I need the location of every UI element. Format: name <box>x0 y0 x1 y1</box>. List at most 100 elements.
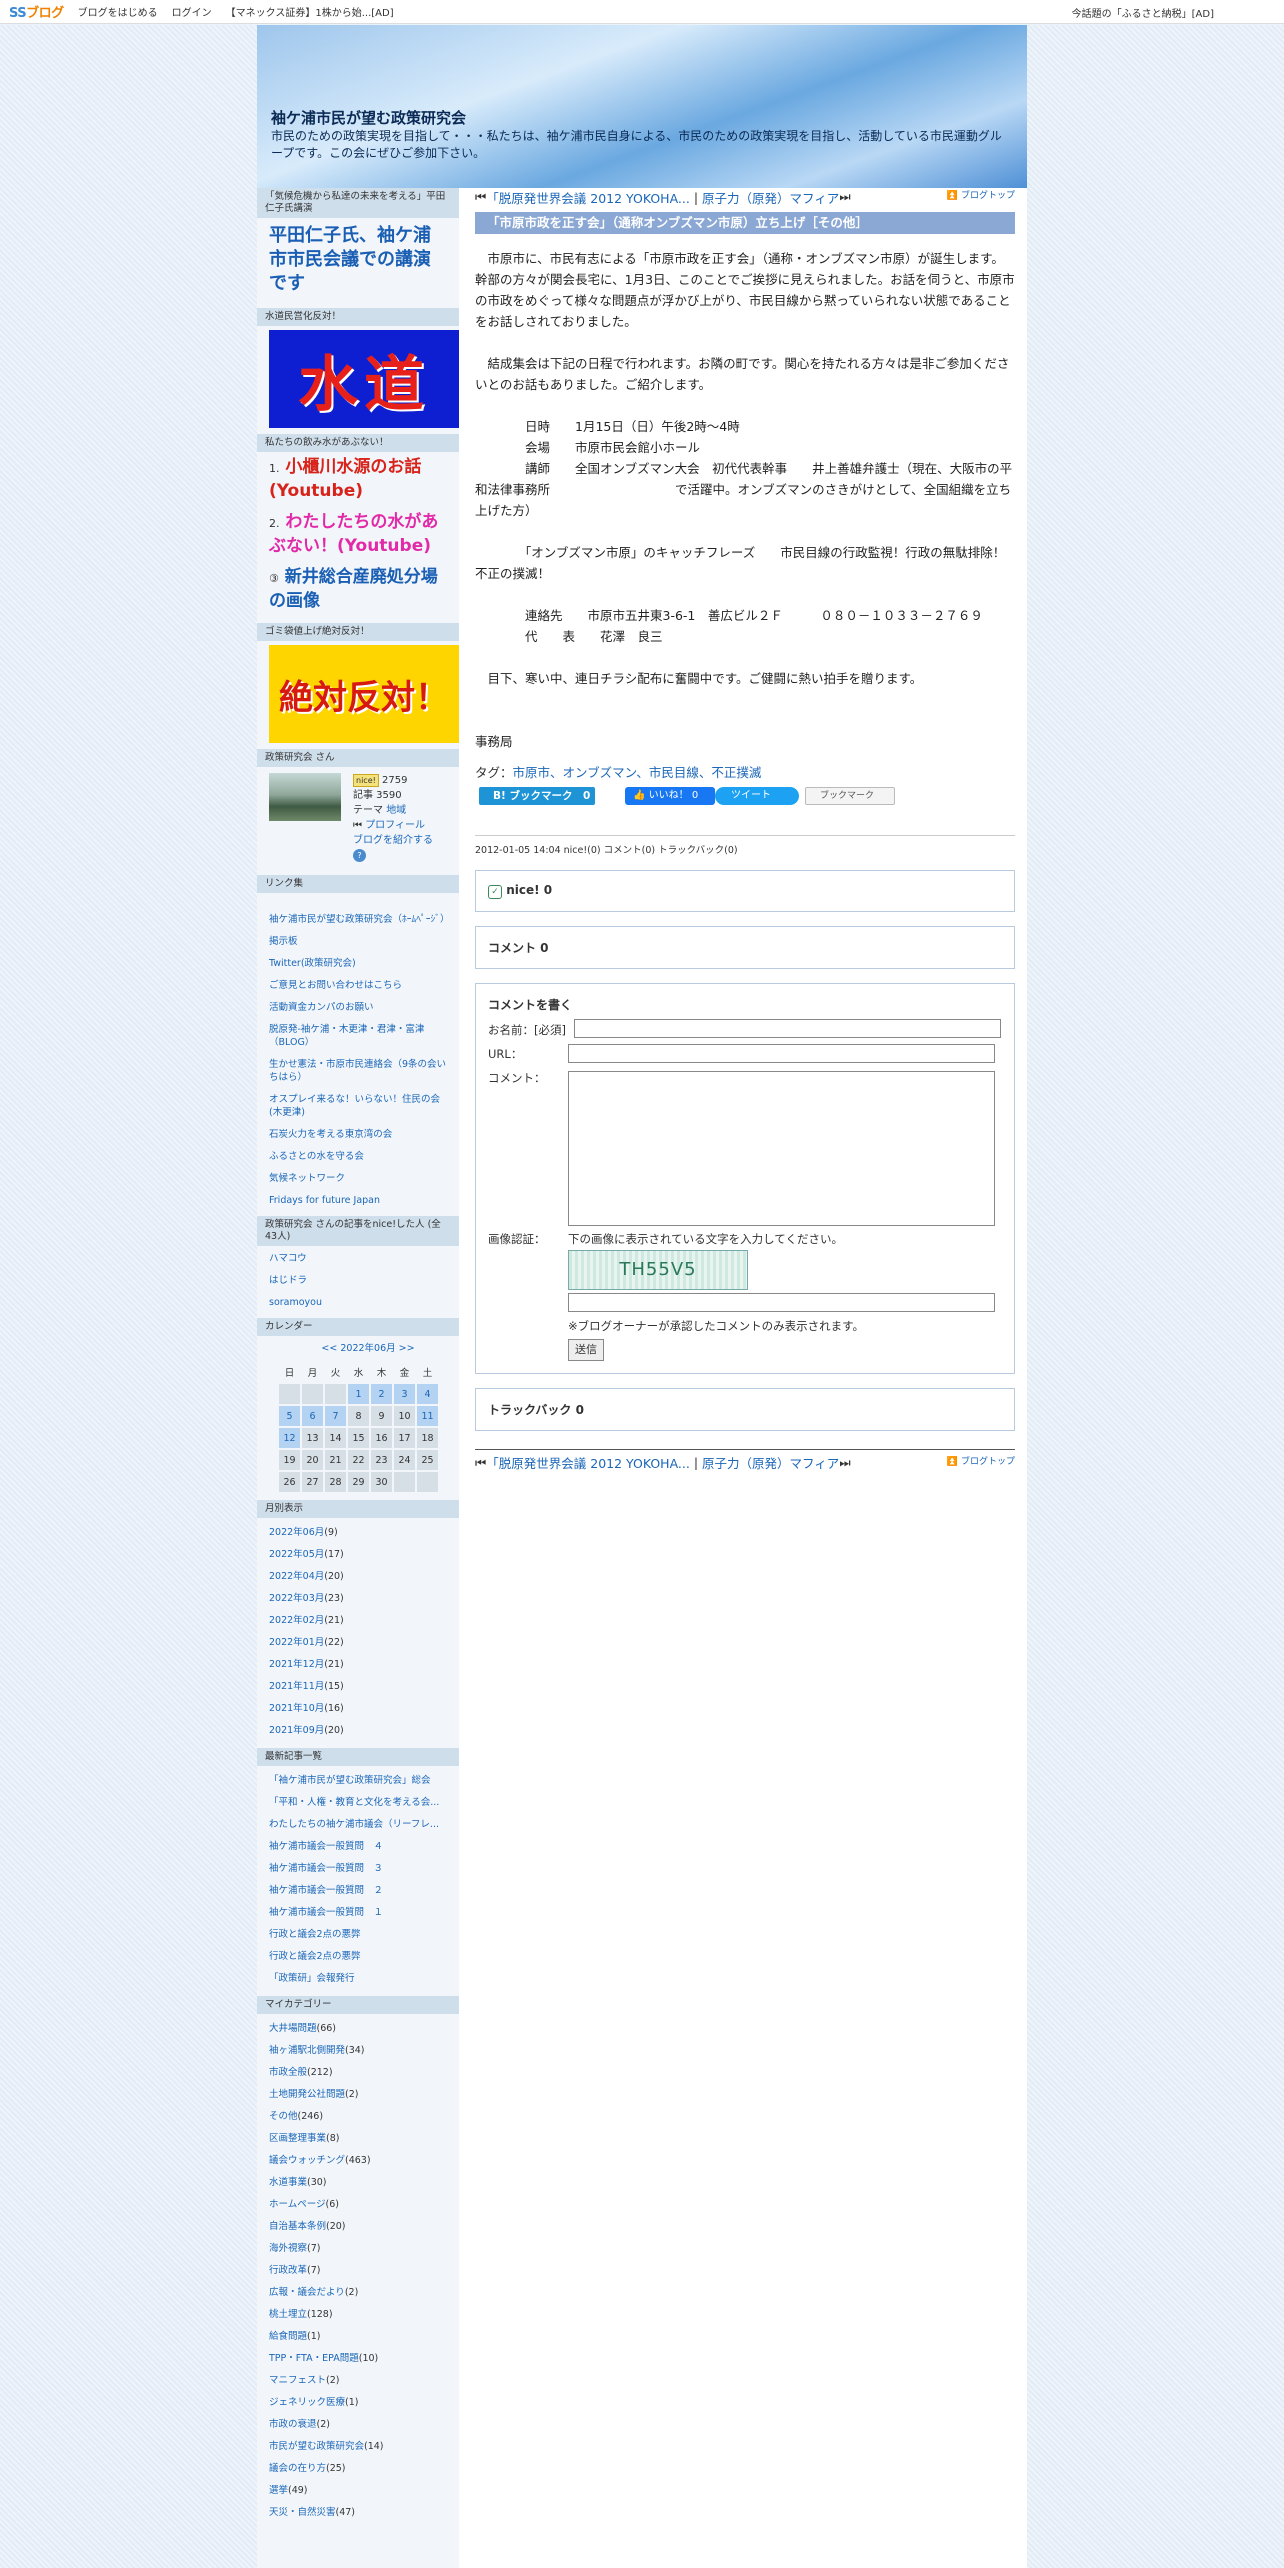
category-link[interactable]: 大井場問題 <box>269 2023 317 2034</box>
sidebar-link[interactable]: 掲示板 <box>269 935 447 948</box>
category-link[interactable]: TPP・FTA・EPA問題 <box>269 2353 359 2364</box>
category-link[interactable]: ジェネリック医療 <box>269 2397 345 2408</box>
calendar-day[interactable]: 11 <box>417 1406 438 1426</box>
category-link[interactable]: 自治基本条例 <box>269 2221 326 2232</box>
blog-top-link[interactable]: ブログトップ <box>961 1457 1015 1467</box>
recent-article-link[interactable]: 「平和・人権・教育と文化を考える会... <box>269 1792 447 1814</box>
monthly-link[interactable]: 2021年10月 <box>269 1703 324 1714</box>
introduce-blog-link[interactable]: ブログを紹介する <box>353 835 433 846</box>
sidebar-link[interactable]: 活動資金カンパのお願い <box>269 1001 447 1014</box>
category-link[interactable]: 袖ヶ浦駅北側開発 <box>269 2045 345 2056</box>
prev-article-link[interactable]: 「脱原発世界会議 2012 YOKOHA... <box>486 188 690 207</box>
sidebar-link[interactable]: 石炭火力を考える東京湾の会 <box>269 1128 447 1141</box>
monthly-link[interactable]: 2021年12月 <box>269 1659 324 1670</box>
category-link[interactable]: 水道事業 <box>269 2177 307 2188</box>
recent-article-link[interactable]: 袖ケ浦市議会一般質問 ３ <box>269 1858 447 1880</box>
monthly-link[interactable]: 2022年02月 <box>269 1615 324 1626</box>
profile-photo[interactable] <box>269 773 341 821</box>
water-link[interactable]: 新井総合産廃処分場の画像 <box>269 567 438 611</box>
sidebar-link[interactable]: ふるさとの水を守る会 <box>269 1150 447 1163</box>
recent-article-link[interactable]: 行政と議会2点の悪弊 <box>269 1946 447 1968</box>
calendar-day[interactable]: 5 <box>279 1406 300 1426</box>
blog-title[interactable]: 袖ケ浦市民が望む政策研究会 <box>271 107 466 128</box>
next-article-link[interactable]: 原子力（原発）マフィア <box>702 1453 839 1472</box>
nice-user-link[interactable]: はじドラ <box>269 1274 447 1287</box>
category-link[interactable]: マニフェスト <box>269 2375 326 2386</box>
recent-article-link[interactable]: 袖ケ浦市議会一般質問 ４ <box>269 1836 447 1858</box>
calendar-next-link[interactable]: >> <box>399 1343 415 1354</box>
category-link[interactable]: 天災・自然災害 <box>269 2507 336 2518</box>
category-link[interactable]: 議会ウォッチング <box>269 2155 345 2166</box>
category-link[interactable]: 市政の衰退 <box>269 2419 317 2430</box>
recent-article-link[interactable]: 袖ケ浦市議会一般質問 １ <box>269 1902 447 1924</box>
help-icon[interactable]: ? <box>353 849 366 862</box>
sidebar-link[interactable]: Fridays for future Japan <box>269 1194 447 1207</box>
calendar-day[interactable]: 2 <box>371 1384 392 1404</box>
water-banner-image[interactable]: 水道 <box>269 330 459 428</box>
tweet-button[interactable]: ツイート <box>715 787 799 805</box>
calendar-day[interactable]: 3 <box>394 1384 415 1404</box>
category-link[interactable]: 給食問題 <box>269 2331 307 2342</box>
name-input[interactable] <box>574 1019 1001 1038</box>
sidebar-link[interactable]: オスプレイ来るな！いらない！住民の会(木更津) <box>269 1093 447 1119</box>
category-link[interactable]: 区画整理事業 <box>269 2133 326 2144</box>
calendar-day[interactable]: 1 <box>348 1384 369 1404</box>
category-link[interactable]: 市政全般 <box>269 2067 307 2078</box>
recent-article-link[interactable]: 袖ケ浦市議会一般質問 ２ <box>269 1880 447 1902</box>
recent-article-link[interactable]: 「袖ケ浦市民が望む政策研究会」総会 <box>269 1770 447 1792</box>
sidebar-link[interactable]: 気候ネットワーク <box>269 1172 447 1185</box>
category-link[interactable]: その他 <box>269 2111 298 2122</box>
blog-top-link[interactable]: ブログトップ <box>961 191 1015 201</box>
calendar-prev-link[interactable]: << <box>321 1343 337 1354</box>
monthly-link[interactable]: 2021年09月 <box>269 1725 324 1736</box>
recent-article-link[interactable]: 行政と議会2点の悪弊 <box>269 1924 447 1946</box>
monthly-link[interactable]: 2022年05月 <box>269 1549 324 1560</box>
monthly-link[interactable]: 2022年03月 <box>269 1593 324 1604</box>
monthly-link[interactable]: 2022年01月 <box>269 1637 324 1648</box>
category-link[interactable]: 行政改革 <box>269 2265 307 2276</box>
ss-blog-logo[interactable]: SSブログ <box>9 2 64 21</box>
category-link[interactable]: 海外視察 <box>269 2243 307 2254</box>
sidebar-link[interactable]: Twitter(政策研究会) <box>269 957 447 970</box>
tag-links[interactable]: 市原市、オンブズマン、市民目線、不正撲滅 <box>513 765 762 780</box>
water-link[interactable]: 小櫃川水源のお話(Youtube) <box>269 457 421 501</box>
login-link[interactable]: ログイン <box>172 4 212 19</box>
ad-link[interactable]: 【マネックス証券】1株から始...[AD] <box>226 4 394 19</box>
sidebar-link[interactable]: 脱原発-袖ケ浦・木更津・君津・富津（BLOG） <box>269 1023 447 1049</box>
captcha-input[interactable] <box>568 1293 995 1312</box>
facebook-like-button[interactable]: 👍 いいね！ 0 <box>625 787 715 805</box>
lecture-link[interactable]: 平田仁子氏、袖ケ浦市市民会議での講演です <box>269 224 447 296</box>
calendar-day[interactable]: 6 <box>302 1406 323 1426</box>
category-link[interactable]: 選挙 <box>269 2485 288 2496</box>
sidebar-link[interactable]: 生かせ憲法・市原市民連絡会（9条の会いちはら） <box>269 1058 447 1084</box>
category-link[interactable]: 土地開発公社問題 <box>269 2089 345 2100</box>
prev-article-link[interactable]: 「脱原発世界会議 2012 YOKOHA... <box>486 1453 690 1472</box>
recent-article-link[interactable]: わたしたちの袖ケ浦市議会（リーフレ... <box>269 1814 447 1836</box>
calendar-month[interactable]: 2022年06月 <box>340 1343 395 1354</box>
bookmark-button[interactable]: ブックマーク <box>805 787 895 805</box>
calendar-day[interactable]: 4 <box>417 1384 438 1404</box>
calendar-day[interactable]: 12 <box>279 1428 300 1448</box>
nice-user-link[interactable]: soramoyou <box>269 1296 447 1309</box>
start-blog-link[interactable]: ブログをはじめる <box>78 4 158 19</box>
comment-textarea[interactable] <box>568 1071 995 1226</box>
submit-button[interactable]: 送信 <box>568 1339 604 1361</box>
hatena-bookmark-button[interactable]: B! ブックマーク 0 <box>479 787 595 805</box>
nice-user-link[interactable]: ハマコウ <box>269 1252 447 1265</box>
monthly-link[interactable]: 2022年06月 <box>269 1527 324 1538</box>
category-link[interactable]: ホームページ <box>269 2199 326 2210</box>
monthly-link[interactable]: 2022年04月 <box>269 1571 324 1582</box>
category-link[interactable]: 広報・議会だより <box>269 2287 345 2298</box>
water-link[interactable]: わたしたちの水があぶない！(Youtube) <box>269 512 438 556</box>
category-link[interactable]: 桃土埋立 <box>269 2309 307 2320</box>
url-input[interactable] <box>568 1044 995 1063</box>
recent-article-link[interactable]: 「政策研」会報発行 <box>269 1968 447 1990</box>
calendar-day[interactable]: 7 <box>325 1406 346 1426</box>
oppose-banner-image[interactable]: 絶対反対！ <box>269 645 459 743</box>
category-link[interactable]: 市民が望む政策研究会 <box>269 2441 364 2452</box>
sidebar-link[interactable]: ご意見とお問い合わせはこちら <box>269 979 447 992</box>
profile-link[interactable]: プロフィール <box>365 820 425 831</box>
category-link[interactable]: 議会の在り方 <box>269 2463 326 2474</box>
right-ad-link[interactable]: 今話題の「ふるさと納税」[AD] <box>1072 5 1214 20</box>
theme-link[interactable]: 地域 <box>386 805 406 816</box>
